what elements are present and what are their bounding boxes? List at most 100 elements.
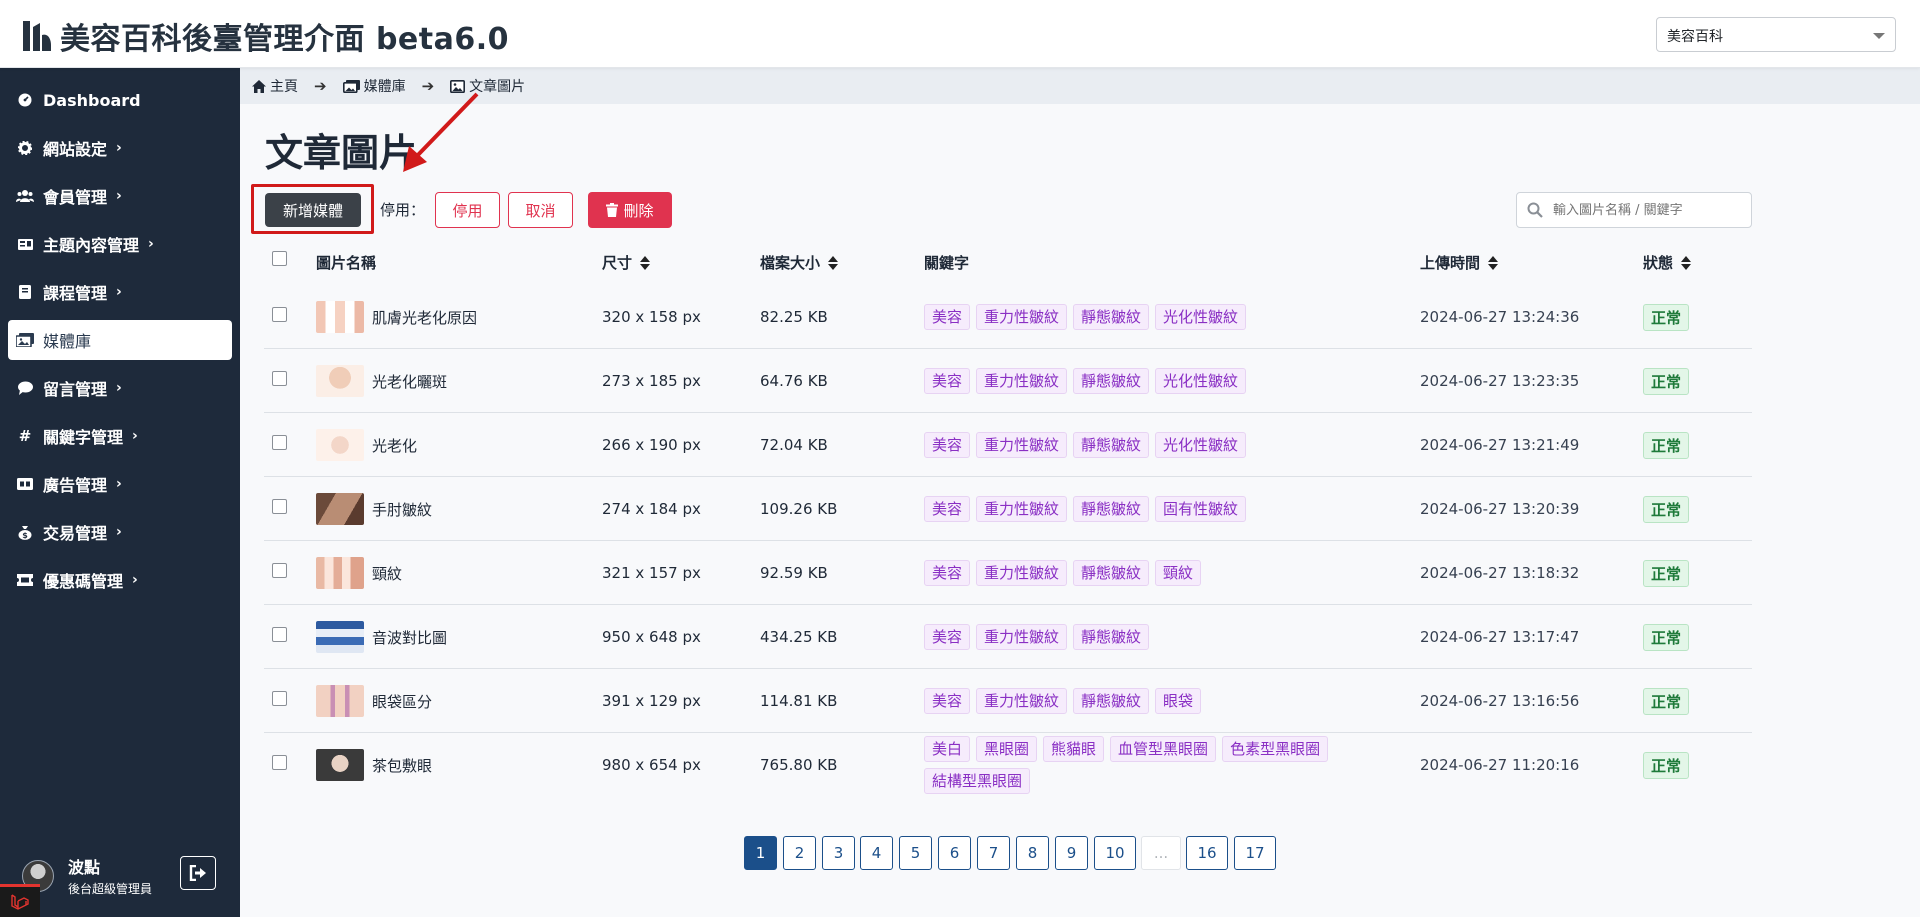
table-row[interactable]: 茶包敷眼 980 x 654 px 765.80 KB 美白 黑眼圈 熊貓眼 血… xyxy=(264,733,1752,797)
sidebar-item-comments[interactable]: 留言管理 › xyxy=(8,368,232,408)
image-thumbnail[interactable] xyxy=(316,493,364,525)
table-row[interactable]: 肌膚光老化原因 320 x 158 px 82.25 KB 美容 重力性皺紋 靜… xyxy=(264,285,1752,349)
page-button-4[interactable]: 4 xyxy=(860,836,893,870)
row-checkbox[interactable] xyxy=(272,371,287,386)
table-row[interactable]: 光老化 266 x 190 px 72.04 KB 美容 重力性皺紋 靜態皺紋 … xyxy=(264,413,1752,477)
keyword-tag[interactable]: 美容 xyxy=(924,304,971,330)
keyword-tag[interactable]: 靜態皺紋 xyxy=(1073,624,1150,650)
keyword-tag[interactable]: 靜態皺紋 xyxy=(1073,432,1150,458)
keyword-tag[interactable]: 結構型黑眼圈 xyxy=(924,768,1031,794)
keyword-tag[interactable]: 色素型黑眼圈 xyxy=(1222,736,1329,762)
image-thumbnail[interactable] xyxy=(316,621,364,653)
sidebar-item-coupons[interactable]: 優惠碼管理 › xyxy=(8,560,232,600)
keyword-tag[interactable]: 重力性皺紋 xyxy=(976,688,1068,714)
sidebar-item-members[interactable]: 會員管理 › xyxy=(8,176,232,216)
page-button-17[interactable]: 17 xyxy=(1234,836,1276,870)
row-checkbox[interactable] xyxy=(272,307,287,322)
page-button-1[interactable]: 1 xyxy=(744,836,777,870)
select-all-checkbox[interactable] xyxy=(272,251,287,266)
keyword-tag[interactable]: 重力性皺紋 xyxy=(976,432,1068,458)
keyword-tag[interactable]: 美容 xyxy=(924,368,971,394)
keyword-tag[interactable]: 重力性皺紋 xyxy=(976,368,1068,394)
image-thumbnail[interactable] xyxy=(316,749,364,781)
cancel-button[interactable]: 取消 xyxy=(508,192,573,228)
user-profile[interactable]: 波點 後台超級管理員 xyxy=(22,854,152,897)
row-checkbox[interactable] xyxy=(272,691,287,706)
laravel-debug-badge[interactable] xyxy=(0,884,40,917)
keyword-tag[interactable]: 美容 xyxy=(924,496,971,522)
keyword-tag[interactable]: 光化性皺紋 xyxy=(1155,304,1247,330)
keyword-tag[interactable]: 血管型黑眼圈 xyxy=(1110,736,1217,762)
keyword-tag[interactable]: 重力性皺紋 xyxy=(976,496,1068,522)
keyword-tag[interactable]: 美容 xyxy=(924,624,971,650)
page-button-9[interactable]: 9 xyxy=(1055,836,1088,870)
table-row[interactable]: 頸紋 321 x 157 px 92.59 KB 美容 重力性皺紋 靜態皺紋 頸… xyxy=(264,541,1752,605)
breadcrumb-home[interactable]: 主頁 xyxy=(252,76,298,96)
row-checkbox[interactable] xyxy=(272,627,287,642)
keyword-tag[interactable]: 重力性皺紋 xyxy=(976,560,1068,586)
image-thumbnail[interactable] xyxy=(316,685,364,717)
keyword-tag[interactable]: 光化性皺紋 xyxy=(1155,432,1247,458)
disable-button[interactable]: 停用 xyxy=(435,192,500,228)
sidebar-item-dashboard[interactable]: Dashboard xyxy=(8,80,232,120)
image-thumbnail[interactable] xyxy=(316,365,364,397)
keyword-tag[interactable]: 黑眼圈 xyxy=(976,736,1038,762)
keyword-tag[interactable]: 光化性皺紋 xyxy=(1155,368,1247,394)
keyword-tag[interactable]: 重力性皺紋 xyxy=(976,304,1068,330)
image-name[interactable]: 眼袋區分 xyxy=(372,669,432,733)
keyword-tag[interactable]: 靜態皺紋 xyxy=(1073,368,1150,394)
keyword-tag[interactable]: 美容 xyxy=(924,432,971,458)
row-checkbox[interactable] xyxy=(272,755,287,770)
keyword-tag[interactable]: 美容 xyxy=(924,688,971,714)
image-name[interactable]: 肌膚光老化原因 xyxy=(372,285,477,349)
sidebar-item-site-settings[interactable]: 網站設定 › xyxy=(8,128,232,168)
page-button-8[interactable]: 8 xyxy=(1016,836,1049,870)
sidebar-item-ads[interactable]: 廣告管理 › xyxy=(8,464,232,504)
keyword-tag[interactable]: 美白 xyxy=(924,736,971,762)
keyword-tag[interactable]: 重力性皺紋 xyxy=(976,624,1068,650)
image-name[interactable]: 茶包敷眼 xyxy=(372,733,432,797)
page-button-6[interactable]: 6 xyxy=(938,836,971,870)
keyword-tag[interactable]: 靜態皺紋 xyxy=(1073,560,1150,586)
column-header-filesize[interactable]: 檔案大小 xyxy=(760,252,839,273)
image-thumbnail[interactable] xyxy=(316,557,364,589)
page-button-16[interactable]: 16 xyxy=(1186,836,1228,870)
image-thumbnail[interactable] xyxy=(316,301,364,333)
page-button-7[interactable]: 7 xyxy=(977,836,1010,870)
keyword-tag[interactable]: 眼袋 xyxy=(1155,688,1202,714)
sidebar-item-media[interactable]: 媒體庫 xyxy=(8,320,232,360)
column-header-size[interactable]: 尺寸 xyxy=(602,252,651,273)
search-input[interactable] xyxy=(1553,202,1743,218)
delete-button[interactable]: 刪除 xyxy=(588,192,672,228)
image-name[interactable]: 光老化曬斑 xyxy=(372,349,447,413)
row-checkbox[interactable] xyxy=(272,563,287,578)
image-name[interactable]: 音波對比圖 xyxy=(372,605,447,669)
image-name[interactable]: 手肘皺紋 xyxy=(372,477,432,541)
column-header-uploaded[interactable]: 上傳時間 xyxy=(1420,252,1499,273)
keyword-tag[interactable]: 頸紋 xyxy=(1155,560,1202,586)
page-button-3[interactable]: 3 xyxy=(822,836,855,870)
sidebar-item-keywords[interactable]: # 關鍵字管理 › xyxy=(8,416,232,456)
keyword-tag[interactable]: 美容 xyxy=(924,560,971,586)
sidebar-item-topic-content[interactable]: 主題內容管理 › xyxy=(8,224,232,264)
page-button-5[interactable]: 5 xyxy=(899,836,932,870)
site-select[interactable]: 美容百科 xyxy=(1656,17,1896,52)
image-thumbnail[interactable] xyxy=(316,429,364,461)
image-name[interactable]: 光老化 xyxy=(372,413,417,477)
table-row[interactable]: 音波對比圖 950 x 648 px 434.25 KB 美容 重力性皺紋 靜態… xyxy=(264,605,1752,669)
search-box[interactable] xyxy=(1516,192,1752,228)
keyword-tag[interactable]: 熊貓眼 xyxy=(1043,736,1105,762)
keyword-tag[interactable]: 靜態皺紋 xyxy=(1073,304,1150,330)
sidebar-item-transactions[interactable]: $ 交易管理 › xyxy=(8,512,232,552)
page-button-2[interactable]: 2 xyxy=(783,836,816,870)
image-name[interactable]: 頸紋 xyxy=(372,541,402,605)
keyword-tag[interactable]: 靜態皺紋 xyxy=(1073,688,1150,714)
logout-button[interactable] xyxy=(180,856,216,890)
table-row[interactable]: 光老化曬斑 273 x 185 px 64.76 KB 美容 重力性皺紋 靜態皺… xyxy=(264,349,1752,413)
keyword-tag[interactable]: 靜態皺紋 xyxy=(1073,496,1150,522)
sidebar-item-courses[interactable]: 課程管理 › xyxy=(8,272,232,312)
keyword-tag[interactable]: 固有性皺紋 xyxy=(1155,496,1247,522)
table-row[interactable]: 手肘皺紋 274 x 184 px 109.26 KB 美容 重力性皺紋 靜態皺… xyxy=(264,477,1752,541)
brand[interactable]: 美容百科後臺管理介面 beta6.0 xyxy=(22,14,509,58)
row-checkbox[interactable] xyxy=(272,435,287,450)
